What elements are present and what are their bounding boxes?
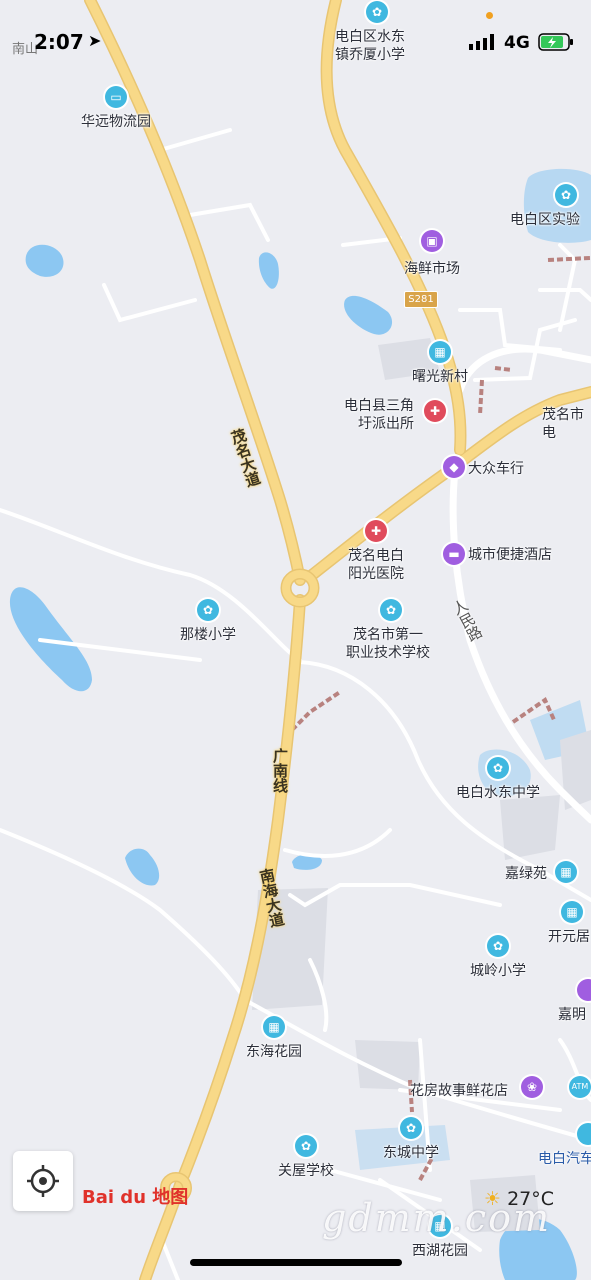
- poi-label-dazhong-car[interactable]: 大众车行: [468, 460, 524, 478]
- poi-label-dongcheng-middle[interactable]: 东城中学: [383, 1144, 439, 1162]
- school-icon[interactable]: ✿: [487, 757, 509, 779]
- baidu-map-logo: Bai du 地图: [82, 1183, 188, 1209]
- home-indicator[interactable]: [190, 1259, 402, 1266]
- building-icon[interactable]: ▦: [263, 1016, 285, 1038]
- poi-label-seafood-market[interactable]: 海鲜市场: [404, 260, 460, 278]
- locate-button[interactable]: [13, 1151, 73, 1211]
- major-roads: [85, 0, 591, 1280]
- weather-widget[interactable]: ☀ 27°C: [484, 1188, 554, 1210]
- poi-label-dianbai-experimental[interactable]: 电白区实验: [510, 211, 580, 229]
- police-icon[interactable]: ✚: [424, 400, 446, 422]
- status-bar: 南山 2:07 ➤ 4G: [0, 0, 591, 88]
- poi-label-nalou-school[interactable]: 那楼小学: [180, 626, 236, 644]
- poi-label-maoming-vocational[interactable]: 茂名市第一 职业技术学校: [346, 626, 430, 662]
- poi-label-city-express-hotel[interactable]: 城市便捷酒店: [468, 546, 552, 564]
- route-shield-s281: S281: [404, 291, 438, 308]
- weather-temp: 27°C: [507, 1188, 555, 1210]
- status-time: 2:07: [34, 30, 84, 54]
- poi-label-jialvyuan[interactable]: 嘉绿苑: [505, 865, 547, 883]
- locate-target-icon: [27, 1165, 59, 1197]
- road-label-guangnan-line: 广南线: [270, 748, 289, 798]
- map-canvas[interactable]: S281 茂名大道 广南线 南海大道 人民路 ✿ 电白区水东 镇乔厦小学 ▭ 华…: [0, 0, 591, 1280]
- truck-icon[interactable]: ▭: [105, 86, 127, 108]
- poi-label-sanjiao-police[interactable]: 电白县三角 圩派出所: [344, 397, 414, 433]
- poi-label-shuguang-village[interactable]: 曙光新村: [412, 368, 468, 386]
- building-icon[interactable]: ▦: [561, 901, 583, 923]
- poi-label-donghai-garden[interactable]: 东海花园: [246, 1043, 302, 1061]
- poi-label-jiaming[interactable]: 嘉明: [558, 1006, 586, 1024]
- school-icon[interactable]: ✿: [487, 935, 509, 957]
- poi-label-dianbai-bus[interactable]: 电白汽车: [538, 1150, 591, 1168]
- flower-shop-icon[interactable]: ❀: [521, 1076, 543, 1098]
- poi-label-maoming-city-partial[interactable]: 茂名市 电: [542, 406, 584, 442]
- hotel-icon[interactable]: ▬: [443, 543, 465, 565]
- building-icon[interactable]: ▦: [429, 341, 451, 363]
- shopping-bag-icon[interactable]: ▣: [421, 230, 443, 252]
- building-icon[interactable]: ▦: [555, 861, 577, 883]
- poi-label-yangguang-hospital[interactable]: 茂名电白 阳光医院: [348, 547, 404, 583]
- poi-label-shuidong-middle[interactable]: 电白水东中学: [456, 784, 540, 802]
- car-dealer-icon[interactable]: ◆: [443, 456, 465, 478]
- poi-label-kaiyuanju[interactable]: 开元居: [548, 928, 590, 946]
- orange-indicator: [486, 12, 493, 19]
- school-icon[interactable]: ✿: [400, 1117, 422, 1139]
- location-arrow-icon: ➤: [88, 31, 102, 50]
- school-icon[interactable]: ✿: [197, 599, 219, 621]
- hospital-icon[interactable]: ✚: [365, 520, 387, 542]
- signal-icon: [469, 34, 495, 54]
- network-type: 4G: [504, 33, 530, 53]
- road-label-guangnan-line-text: 广南线: [271, 748, 289, 793]
- atm-icon[interactable]: ATM: [569, 1076, 591, 1098]
- school-icon[interactable]: ✿: [380, 599, 402, 621]
- school-icon[interactable]: ✿: [295, 1135, 317, 1157]
- sun-cloud-icon: ☀: [484, 1188, 502, 1210]
- poi-label-xihu-garden[interactable]: 西湖花园: [412, 1242, 468, 1260]
- battery-icon: [538, 33, 574, 55]
- poi-label-guanwu-school[interactable]: 关屋学校: [278, 1162, 334, 1180]
- poi-label-flower-shop[interactable]: 花房故事鲜花店: [410, 1082, 508, 1100]
- poi-label-huayuan-logistics[interactable]: 华远物流园: [81, 113, 151, 131]
- poi-label-chengling-school[interactable]: 城岭小学: [470, 962, 526, 980]
- major-roads-casing: [84, 0, 591, 1280]
- school-icon[interactable]: ✿: [555, 184, 577, 206]
- baidu-map-logo-text: Bai du 地图: [82, 1187, 189, 1208]
